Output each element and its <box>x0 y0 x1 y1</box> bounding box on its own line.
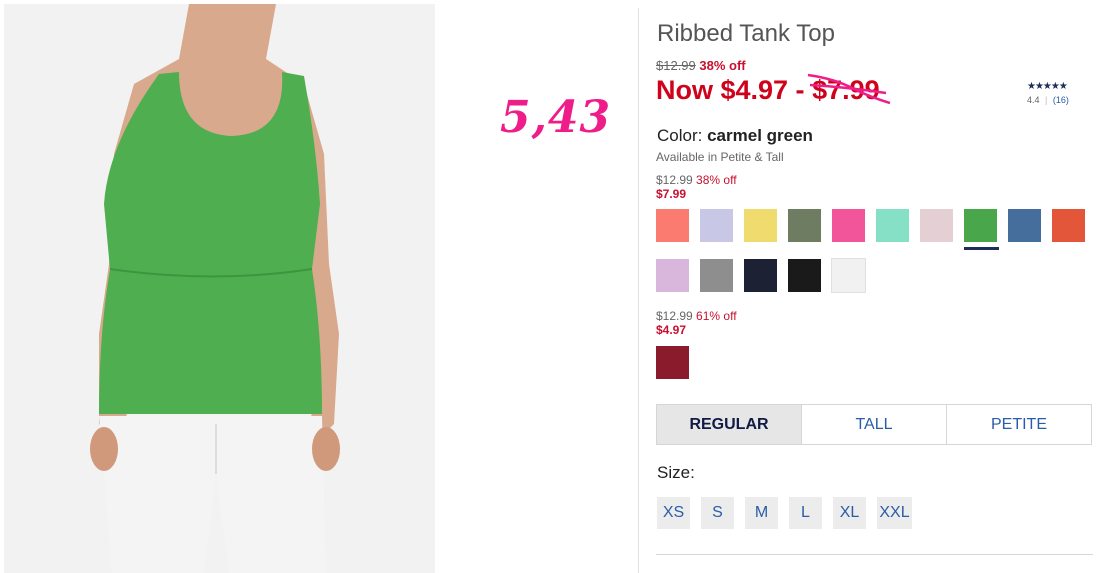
color-swatch[interactable] <box>788 259 821 292</box>
size-xs-button[interactable]: XS <box>657 497 690 529</box>
color-swatch[interactable] <box>744 209 777 242</box>
color-swatch[interactable] <box>656 346 689 379</box>
product-image[interactable] <box>4 4 435 573</box>
size-label: Size: <box>657 463 695 482</box>
original-price: $12.99 <box>656 58 696 73</box>
color-swatch[interactable] <box>744 259 777 292</box>
color-swatch[interactable] <box>700 209 733 242</box>
tab-tall[interactable]: TALL <box>801 405 946 444</box>
color-swatch[interactable] <box>876 209 909 242</box>
size-xl-button[interactable]: XL <box>833 497 866 529</box>
color-label: Color: <box>657 126 703 145</box>
color-swatch[interactable] <box>920 209 953 242</box>
price-group-discount: 38% off <box>696 173 737 187</box>
original-price-line: $12.99 38% off <box>656 58 746 73</box>
price-group-original: $12.99 <box>656 173 693 187</box>
size-l-button[interactable]: L <box>789 497 822 529</box>
discount-percent: 38% off <box>699 58 746 73</box>
product-title: Ribbed Tank Top <box>657 20 835 47</box>
price-group-original: $12.99 <box>656 309 693 323</box>
color-swatch[interactable] <box>1008 209 1041 242</box>
price-group-1: $12.99 38% off $7.99 <box>656 173 737 201</box>
color-swatch[interactable] <box>831 258 866 293</box>
section-divider <box>656 554 1093 555</box>
handwritten-price-annotation: 5,43 <box>500 92 612 143</box>
size-s-button[interactable]: S <box>701 497 734 529</box>
color-swatch[interactable] <box>656 209 689 242</box>
color-swatch[interactable] <box>656 259 689 292</box>
color-swatch[interactable] <box>1052 209 1085 242</box>
sale-price-range: Now $4.97 - $7.99 <box>656 73 891 106</box>
size-xxl-button[interactable]: XXL <box>877 497 912 529</box>
color-value: carmel green <box>707 126 813 145</box>
sale-price-prefix: Now $4.97 - <box>656 75 813 105</box>
size-m-button[interactable]: M <box>745 497 778 529</box>
handwritten-strike-mark <box>807 73 891 105</box>
star-rating-icon: ★★★★★ <box>1027 81 1068 92</box>
price-group-discount: 61% off <box>696 309 737 323</box>
rating-widget[interactable]: ★★★★★ 4.4 | (16) <box>1027 81 1069 105</box>
price-group-price: $7.99 <box>656 187 687 201</box>
price-group-price: $4.97 <box>656 323 687 337</box>
color-swatch[interactable] <box>964 209 999 250</box>
color-swatch[interactable] <box>700 259 733 292</box>
fit-tabs: REGULAR TALL PETITE <box>656 404 1092 445</box>
tab-petite[interactable]: PETITE <box>946 405 1091 444</box>
struck-price: $7.99 <box>807 73 891 106</box>
price-group-2: $12.99 61% off $4.97 <box>656 309 737 337</box>
tab-regular[interactable]: REGULAR <box>657 405 801 444</box>
color-swatch[interactable] <box>788 209 821 242</box>
rating-value: 4.4 <box>1027 95 1040 105</box>
rating-separator: | <box>1045 95 1048 105</box>
availability-note: Available in Petite & Tall <box>656 150 784 164</box>
color-selection: Color: carmel green <box>657 126 813 146</box>
color-swatch[interactable] <box>832 209 865 242</box>
review-count-link[interactable]: (16) <box>1053 95 1069 105</box>
column-divider <box>638 8 639 573</box>
